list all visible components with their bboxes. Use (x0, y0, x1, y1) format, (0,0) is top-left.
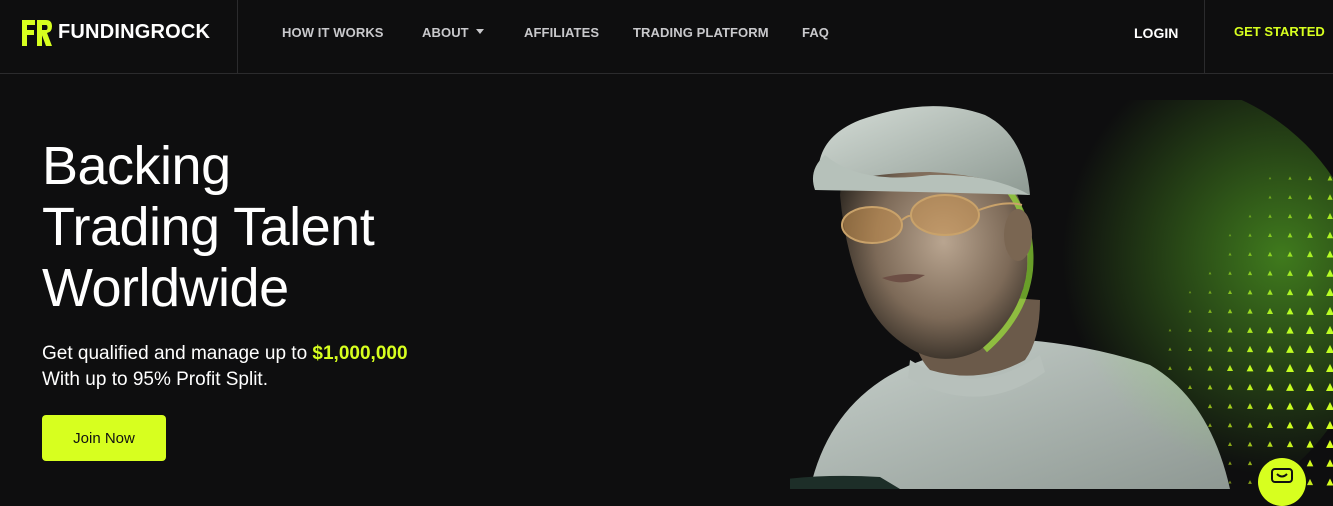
funding-amount: $1,000,000 (312, 343, 408, 364)
hero-title-line-3: Worldwide (42, 258, 289, 318)
chevron-down-icon (475, 29, 484, 35)
hero-title-line-1: Backing (42, 136, 231, 196)
nav-divider (1204, 0, 1205, 74)
hero-subtitle-prefix: Get qualified and manage up to (42, 343, 313, 364)
nav-about-label: ABOUT (422, 25, 469, 40)
nav-about[interactable]: ABOUT (422, 25, 484, 40)
hero-person-image (790, 100, 1333, 489)
join-now-button[interactable]: Join Now (42, 415, 166, 461)
get-started-link[interactable]: GET STARTED (1234, 24, 1325, 39)
nav-trading-platform[interactable]: TRADING PLATFORM (633, 25, 769, 40)
login-link[interactable]: LOGIN (1134, 25, 1178, 41)
brand-name: FUNDINGROCK (58, 21, 211, 43)
chat-icon (1271, 468, 1293, 483)
top-navbar: FUNDINGROCK HOW IT WORKS ABOUT AFFILIATE… (0, 0, 1333, 74)
profit-split-text: With up to 95% Profit Split. (42, 369, 268, 390)
nav-affiliates[interactable]: AFFILIATES (524, 25, 599, 40)
hero-title: Backing Trading Talent Worldwide (42, 136, 375, 319)
hero-title-line-2: Trading Talent (42, 197, 375, 257)
hero-subtitle: Get qualified and manage up to $1,000,00… (42, 341, 408, 393)
nav-how-it-works[interactable]: HOW IT WORKS (282, 25, 384, 40)
fr-logo-icon (22, 20, 52, 46)
brand-logo[interactable]: FUNDINGROCK (0, 0, 238, 74)
nav-faq[interactable]: FAQ (802, 25, 829, 40)
chat-button[interactable] (1258, 458, 1306, 506)
